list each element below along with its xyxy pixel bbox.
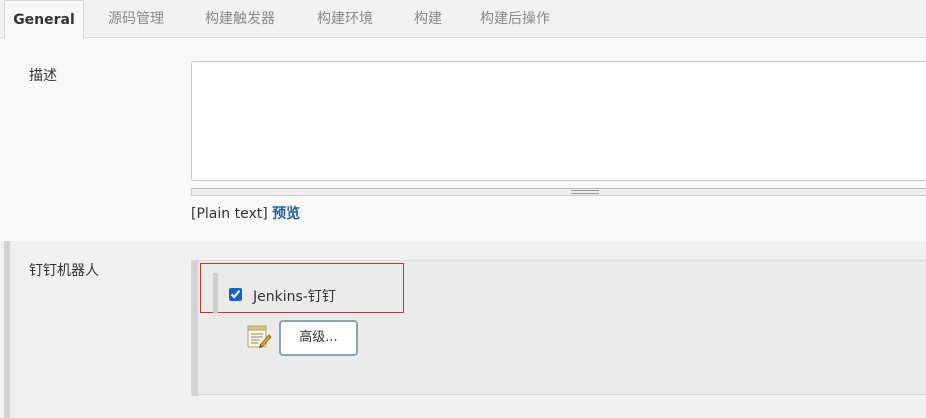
section-accent-bar <box>4 241 10 418</box>
job-config-page: General 源码管理 构建触发器 构建环境 构建 构建后操作 描述 [Pla… <box>0 0 926 418</box>
notepad-icon <box>247 325 272 348</box>
robot-name-label: Jenkins-钉钉 <box>253 289 336 305</box>
config-tab-bar: General 源码管理 构建触发器 构建环境 构建 构建后操作 <box>0 0 926 39</box>
robot-enable-checkbox[interactable] <box>229 288 242 301</box>
markup-format-label: [Plain text] <box>191 206 268 222</box>
tab-general[interactable]: General <box>4 0 84 39</box>
tab-build-triggers[interactable]: 构建触发器 <box>205 0 275 38</box>
dingtalk-robot-section: 钉钉机器人 Jenkins-钉钉 高级... <box>0 241 926 418</box>
resize-grip-icon <box>571 190 599 194</box>
dingtalk-robot-label: 钉钉机器人 <box>29 263 99 279</box>
description-section: 描述 [Plain text] 预览 <box>0 39 926 241</box>
tab-build[interactable]: 构建 <box>414 0 442 38</box>
robot-item-accent-bar <box>213 273 218 314</box>
textarea-resize-handle[interactable] <box>191 188 926 196</box>
panel-accent-bar <box>192 261 198 396</box>
advanced-button[interactable]: 高级... <box>279 320 358 356</box>
markup-format-line: [Plain text] 预览 <box>191 203 300 223</box>
tab-source-code-management[interactable]: 源码管理 <box>108 0 164 38</box>
description-textarea[interactable] <box>191 61 926 181</box>
description-label: 描述 <box>29 68 57 84</box>
tab-post-build-actions[interactable]: 构建后操作 <box>480 0 550 38</box>
tab-build-environment[interactable]: 构建环境 <box>317 0 373 38</box>
preview-link[interactable]: 预览 <box>272 206 300 222</box>
